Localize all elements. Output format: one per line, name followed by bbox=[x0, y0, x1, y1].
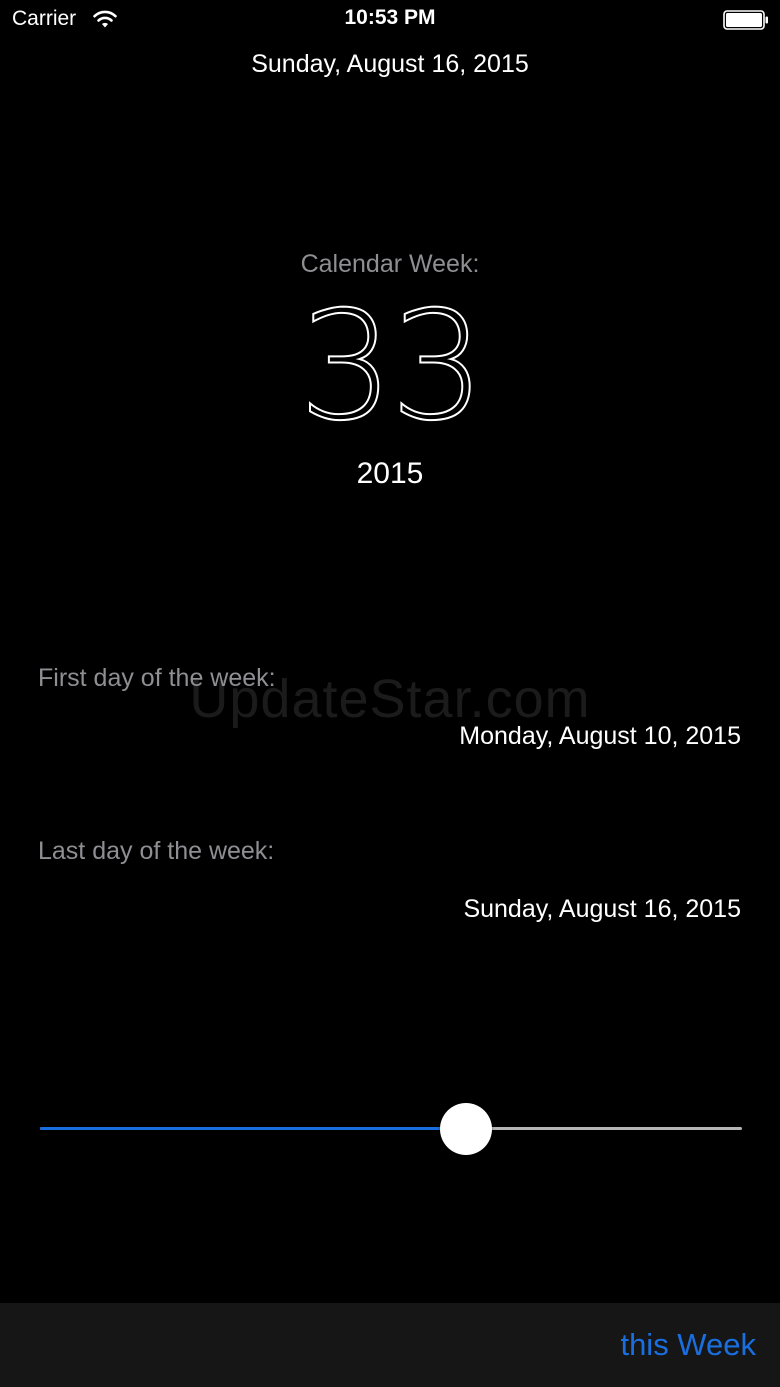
last-day-value: Sunday, August 16, 2015 bbox=[463, 895, 741, 923]
bottom-toolbar: this Week bbox=[0, 1303, 780, 1387]
current-date: Sunday, August 16, 2015 bbox=[251, 50, 529, 78]
week-slider[interactable] bbox=[40, 1103, 742, 1155]
slider-thumb[interactable] bbox=[440, 1103, 493, 1155]
calendar-week-label: Calendar Week: bbox=[300, 250, 480, 278]
first-day-label: First day of the week: bbox=[38, 664, 276, 692]
calendar-week-year: 2015 bbox=[356, 457, 424, 490]
this-week-button[interactable]: this Week bbox=[620, 1327, 756, 1363]
last-day-label: Last day of the week: bbox=[38, 837, 275, 865]
first-day-value: Monday, August 10, 2015 bbox=[459, 722, 741, 750]
status-bar: Carrier 10:53 PM bbox=[0, 0, 780, 40]
battery-icon bbox=[723, 10, 768, 30]
slider-fill bbox=[40, 1127, 467, 1130]
calendar-week-number: 33 bbox=[298, 280, 487, 454]
status-clock: 10:53 PM bbox=[344, 6, 436, 29]
